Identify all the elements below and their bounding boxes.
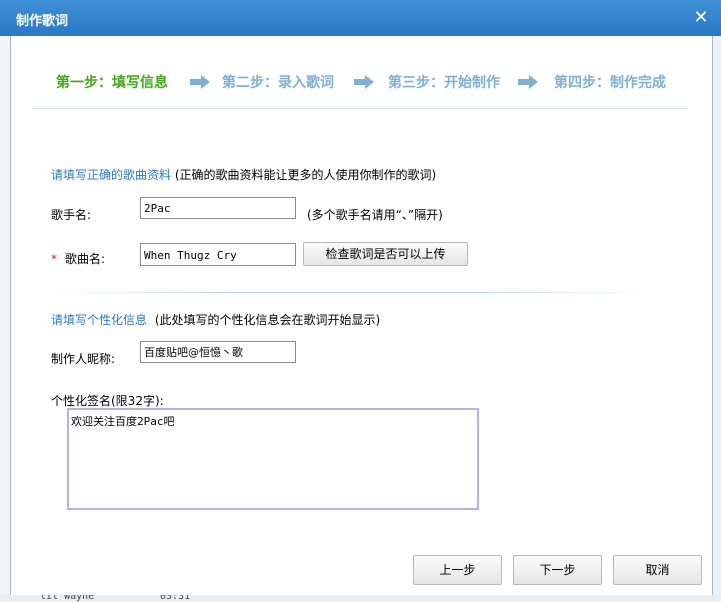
next-step-button[interactable]: 下一步 (513, 555, 602, 585)
step-4: 第四步：制作完成 (554, 75, 666, 91)
close-icon[interactable]: ✕ (691, 8, 711, 28)
song-info-section-title: 请填写正确的歌曲资料 (正确的歌曲资料能让更多的人使用你制作的歌词) (51, 166, 436, 183)
background-artist-text: lil Wayne (40, 594, 95, 602)
singer-hint: (多个歌手名请用“、”隔开) (307, 208, 443, 222)
personal-info-note: (此处填写的个性化信息会在歌词开始显示) (154, 313, 381, 327)
signature-textarea[interactable]: 欢迎关注百度2Pac吧 (67, 408, 479, 510)
background-time-text: 03:31 (160, 594, 191, 602)
required-mark: * (51, 252, 57, 266)
singer-label: 歌手名: (51, 208, 92, 222)
check-lyrics-button[interactable]: 检查歌词是否可以上传 (303, 242, 468, 266)
arrow-right-icon (190, 75, 210, 89)
step-bar: 第一步：填写信息 第二步：录入歌词 第三步：开始制作 第四步：制作完成 (32, 54, 688, 109)
song-name-label-row: * 歌曲名: (51, 250, 105, 267)
previous-step-button[interactable]: 上一步 (413, 555, 502, 585)
singer-input[interactable]: 2Pac (140, 197, 296, 219)
background-bottom-bar: lil Wayne 03:31 (0, 594, 721, 602)
title-bar[interactable]: 制作歌词 ✕ (0, 0, 721, 36)
lyric-dialog: 制作歌词 ✕ 第一步：填写信息 第二步：录入歌词 第三步：开始制作 第四步：制作… (0, 0, 721, 595)
nickname-label: 制作人昵称: (51, 352, 116, 366)
nickname-input[interactable]: 百度贴吧@恒憶丶歌 (140, 341, 296, 363)
cancel-button[interactable]: 取消 (613, 555, 702, 585)
step-2: 第二步：录入歌词 (222, 75, 334, 91)
song-name-label: 歌曲名: (65, 252, 106, 266)
step-indicator: 第一步：填写信息 第二步：录入歌词 第三步：开始制作 第四步：制作完成 (22, 44, 698, 120)
song-name-input[interactable]: When Thugz Cry (140, 243, 296, 266)
arrow-right-icon (354, 75, 374, 89)
arrow-right-icon (518, 75, 538, 89)
signature-label: 个性化签名(限32字): (51, 394, 164, 408)
song-info-title-text: 请填写正确的歌曲资料 (51, 168, 172, 182)
personal-info-title-text: 请填写个性化信息 (51, 313, 148, 327)
section-divider (52, 292, 648, 293)
personal-info-section-title: 请填写个性化信息 (此处填写的个性化信息会在歌词开始显示) (51, 311, 380, 328)
step-3: 第三步：开始制作 (388, 75, 500, 91)
step-1: 第一步：填写信息 (56, 75, 168, 91)
dialog-title: 制作歌词 (16, 14, 69, 29)
song-info-note: (正确的歌曲资料能让更多的人使用你制作的歌词) (174, 168, 437, 182)
